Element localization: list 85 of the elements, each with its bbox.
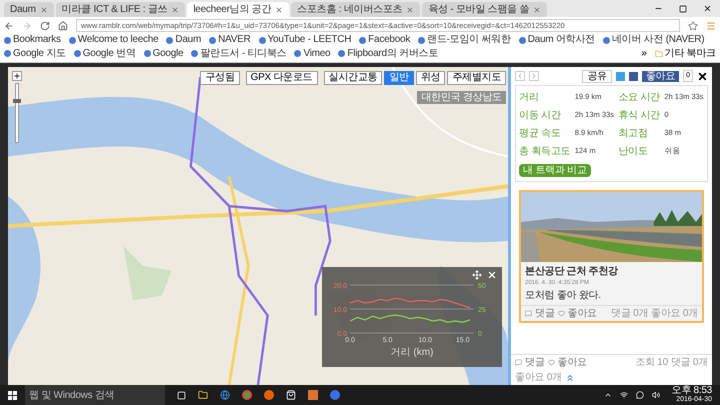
reload-icon[interactable] <box>40 20 50 30</box>
windows-logo-icon[interactable] <box>8 390 17 400</box>
map-type-button[interactable]: 주제별지도 <box>447 71 506 85</box>
bookmark-item[interactable]: NAVER <box>209 34 251 46</box>
like-button[interactable]: 좋아요 <box>642 70 680 82</box>
more-bookmarks-button[interactable]: » <box>641 46 647 61</box>
stat-label: 난이도 <box>618 145 649 159</box>
bookmark-item[interactable]: Bookmarks <box>4 34 61 46</box>
bookmark-item[interactable]: YouTube - LEETCH <box>258 34 352 46</box>
task-view-icon[interactable] <box>177 390 186 400</box>
stat-label: 소요 시간 <box>618 91 660 105</box>
bookmark-item[interactable]: Welcome to leeche <box>68 34 158 46</box>
comment-icon <box>515 359 522 366</box>
tab-label: 미라클 ICT & LIFE : 글쓰 <box>62 3 168 17</box>
bookmark-item[interactable]: Daum <box>166 34 202 46</box>
bookmark-item[interactable]: Flipboard의 커버스토 <box>338 48 438 60</box>
post-title: 본산공단 근처 주천강 <box>525 265 619 279</box>
search-field[interactable]: 웹 및 Windows 검색 <box>25 385 165 405</box>
bookmark-item[interactable]: Daum 어학사전 <box>518 34 595 46</box>
zoom-slider-thumb[interactable] <box>13 99 21 104</box>
stat-label: 거리 <box>519 91 540 105</box>
back-icon[interactable] <box>4 20 14 30</box>
home-icon[interactable] <box>58 20 68 30</box>
scroll-top-icon[interactable] <box>564 372 575 382</box>
star-icon[interactable] <box>688 20 698 30</box>
comment-count: 댓글 0개 <box>611 307 648 321</box>
bookmark-item[interactable]: Vimeo <box>294 48 330 60</box>
tab-label: Daum <box>10 3 36 17</box>
bookmark-item[interactable]: 팔란드서 - 티디북스 <box>191 48 286 60</box>
bookmark-item[interactable]: 랜드-모임이 써워한 <box>418 34 511 46</box>
like-count: 좋아요 0개 <box>515 371 562 385</box>
view-count: 조회 10 <box>635 356 668 370</box>
bookmark-item[interactable]: 네이버 사전 (NAVER) <box>602 34 704 46</box>
store-icon[interactable] <box>286 390 296 400</box>
network-icon[interactable] <box>620 391 628 399</box>
close-icon[interactable] <box>697 70 708 82</box>
comment-icon <box>525 310 532 317</box>
comment-count: 댓글 0개 <box>670 356 708 370</box>
heart-icon <box>548 359 554 366</box>
post-text: 모처럼 좋아 왔다. <box>525 289 602 303</box>
browser-tab[interactable]: 육성 - 모바일 스팸을 쓸 <box>422 2 548 17</box>
stat-label: 총 획득고도 <box>519 145 571 159</box>
like-link[interactable]: 좋아요 <box>558 355 587 370</box>
region-label: 대한민국 경상남도 <box>417 91 506 104</box>
like-link[interactable]: 좋아요 <box>568 306 597 321</box>
clock-time: 오후 8:53 <box>672 386 712 395</box>
volume-icon[interactable] <box>652 391 660 399</box>
tab-label: 육성 - 모바일 스팸을 쓸 <box>428 3 530 17</box>
stat-label: 이동 시간 <box>519 109 562 123</box>
browser-tab[interactable]: 미라클 ICT & LIFE : 글쓰 <box>56 2 186 17</box>
move-icon[interactable] <box>472 270 482 280</box>
browser-tab[interactable]: 스포츠홈 : 네이버스포츠 <box>291 2 420 17</box>
browser-tab[interactable]: leecheer님의 공간 <box>187 2 290 17</box>
stat-label: 평균 속도 <box>519 127 562 141</box>
browser-tab[interactable]: Daum <box>4 2 54 17</box>
bookmark-item[interactable]: Google 지도 <box>4 48 66 60</box>
comment-link[interactable]: 댓글 <box>535 306 554 321</box>
zoom-in-icon[interactable] <box>12 71 22 81</box>
heart-icon <box>558 310 564 317</box>
like-count: 좋아요 0개 <box>651 307 698 321</box>
map-type-button[interactable]: 위성 <box>416 71 446 85</box>
map-type-button[interactable]: 일반 <box>384 71 414 85</box>
stat-label: 최고점 <box>618 127 649 141</box>
tray-expand-icon[interactable] <box>604 391 612 399</box>
message-icon[interactable] <box>636 391 644 399</box>
close-icon[interactable] <box>703 4 712 13</box>
folder-icon <box>654 50 663 58</box>
bookmark-folder[interactable]: 기타 북마크 <box>654 46 716 61</box>
stat-label: 휴식 시간 <box>618 109 660 123</box>
app-icon[interactable] <box>330 390 340 400</box>
folder-icon[interactable] <box>198 390 208 400</box>
zoom-slider[interactable] <box>15 83 19 143</box>
menu-icon[interactable] <box>706 20 716 30</box>
bookmark-item[interactable]: Facebook <box>359 34 410 46</box>
bookmark-item[interactable]: Google <box>144 48 184 60</box>
bookmark-item[interactable]: Google 번역 <box>74 48 136 60</box>
comment-link[interactable]: 댓글 <box>525 355 544 370</box>
tab-label: 스포츠홈 : 네이버스포츠 <box>297 3 402 17</box>
maximize-icon[interactable] <box>679 5 687 13</box>
share-button[interactable]: 공유 <box>582 70 612 82</box>
map-type-button[interactable]: 실시간교통 <box>324 71 382 85</box>
axis-title: 거리 (km) <box>390 347 434 358</box>
map-button[interactable]: 구성됨 <box>200 71 240 85</box>
tab-label: leecheer님의 공간 <box>193 3 272 17</box>
map-button[interactable]: GPX 다운로드 <box>246 71 318 85</box>
